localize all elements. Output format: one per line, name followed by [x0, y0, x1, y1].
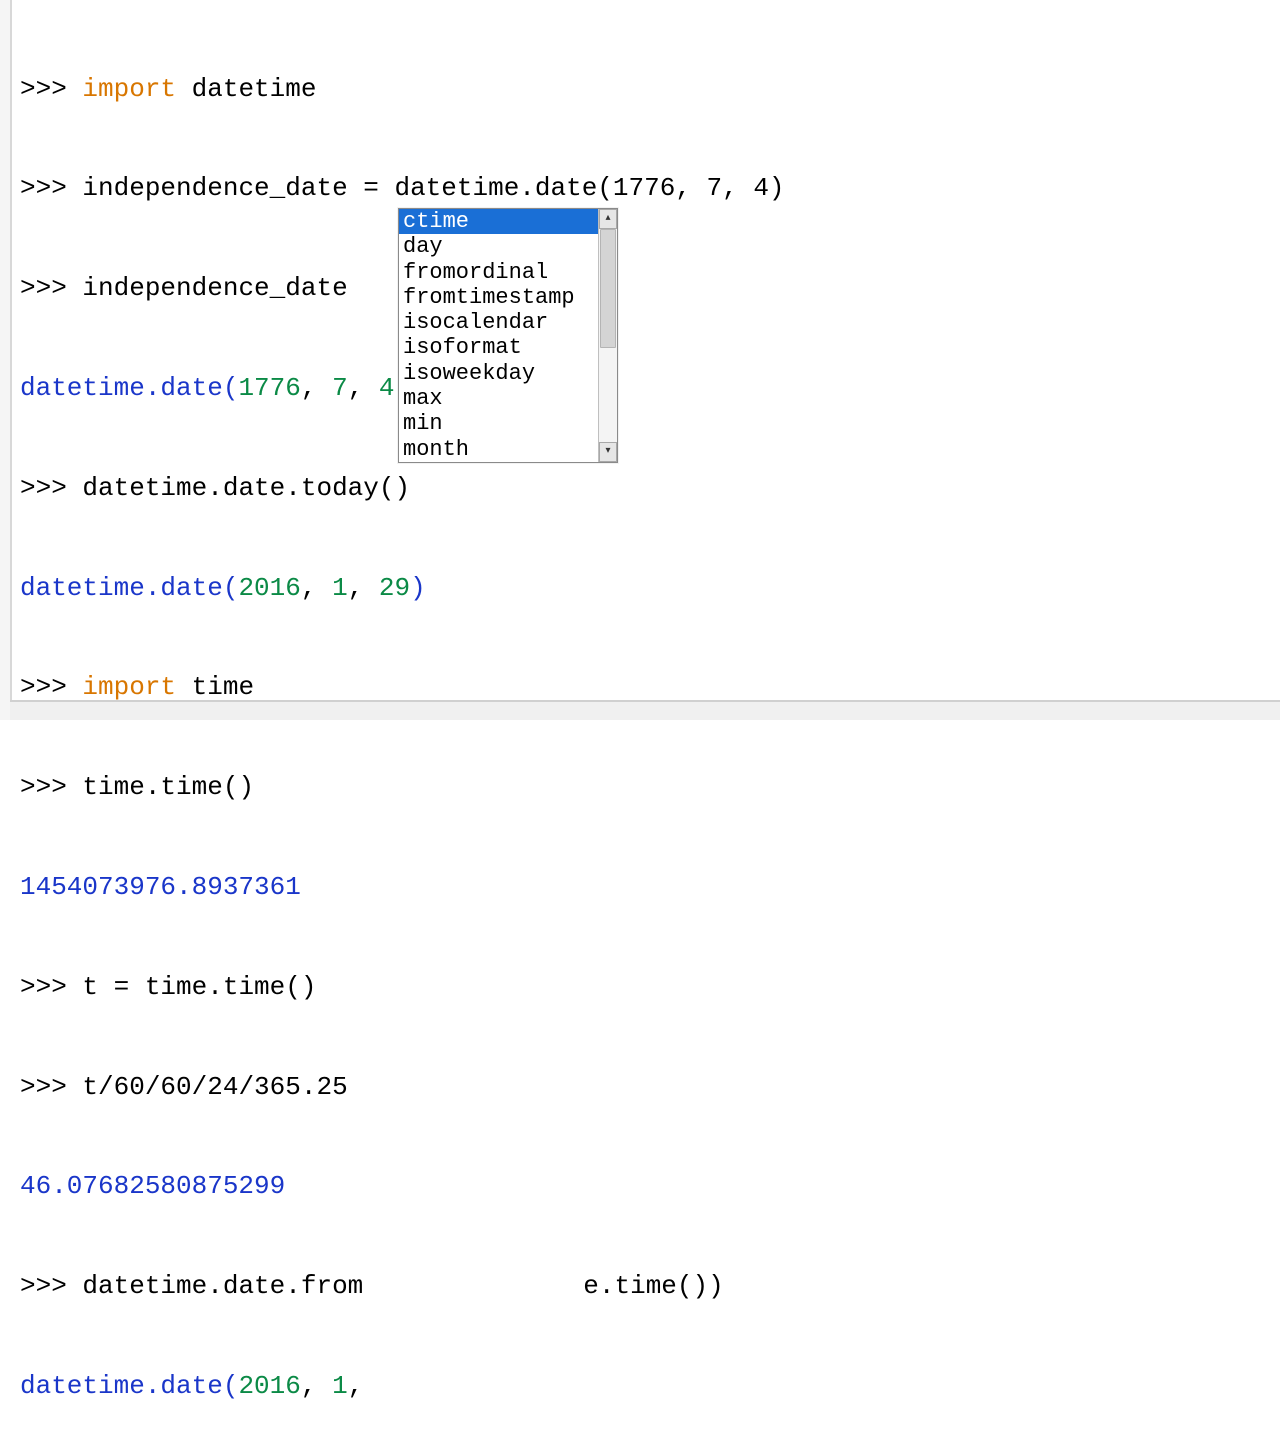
shell-line: >>> import datetime [20, 73, 1276, 106]
output-number: 1 [332, 1371, 348, 1401]
output-number: 1776 [238, 373, 300, 403]
keyword-import: import [82, 74, 176, 104]
shell-output: 1454073976.8937361 [20, 871, 1276, 904]
scroll-up-button[interactable]: ▴ [599, 209, 617, 229]
output-number: 2016 [238, 573, 300, 603]
autocomplete-item[interactable]: isocalendar [399, 310, 598, 335]
scroll-thumb[interactable] [600, 229, 616, 348]
output-number: 1454073976.8937361 [20, 872, 301, 902]
code-text: time [176, 672, 254, 702]
output-number: 7 [332, 373, 348, 403]
output-comma: , [348, 1371, 364, 1401]
prompt: >>> [20, 173, 67, 203]
code-text: independence_date = datetime.date(1776, … [82, 173, 784, 203]
prompt: >>> [20, 1271, 67, 1301]
output-comma: , [301, 1371, 332, 1401]
shell-line: >>> datetime.date.today() [20, 472, 1276, 505]
scroll-track[interactable] [599, 229, 617, 442]
output-close: ) [410, 573, 426, 603]
code-text: datetime [176, 74, 316, 104]
shell-output: datetime.date(1776, 7, 4) [20, 372, 1276, 405]
shell-line: >>> independence_date = datetime.date(17… [20, 172, 1276, 205]
output-number: 1 [332, 573, 348, 603]
prompt: >>> [20, 972, 67, 1002]
shell-line: >>> time.time() [20, 771, 1276, 804]
output-call: datetime.date( [20, 573, 238, 603]
autocomplete-item[interactable]: fromordinal [399, 260, 598, 285]
prompt: >>> [20, 1072, 67, 1102]
shell-line: >>> datetime.date.from e.time()) [20, 1270, 1276, 1303]
shell-line: >>> independence_date [20, 272, 1276, 305]
python-shell[interactable]: >>> import datetime >>> independence_dat… [10, 0, 1280, 720]
code-text: datetime.date.today() [82, 473, 410, 503]
code-text: independence_date [82, 273, 347, 303]
prompt: >>> [20, 74, 67, 104]
output-number: 46.07682580875299 [20, 1171, 285, 1201]
autocomplete-list[interactable]: ctime day fromordinal fromtimestamp isoc… [399, 209, 598, 462]
output-call: datetime.date( [20, 373, 238, 403]
chevron-up-icon: ▴ [605, 213, 610, 225]
status-bar [10, 700, 1280, 720]
shell-output: 46.07682580875299 [20, 1170, 1276, 1203]
autocomplete-item[interactable]: ctime [399, 209, 598, 234]
code-text: datetime.date.from [82, 1271, 363, 1301]
autocomplete-item[interactable]: min [399, 411, 598, 436]
prompt: >>> [20, 772, 67, 802]
autocomplete-item[interactable]: fromtimestamp [399, 285, 598, 310]
code-text: time.time() [82, 772, 254, 802]
code-text: e.time()) [583, 1271, 723, 1301]
autocomplete-item[interactable]: day [399, 234, 598, 259]
code-text: t = time.time() [82, 972, 316, 1002]
autocomplete-item[interactable]: isoweekday [399, 361, 598, 386]
prompt: >>> [20, 672, 67, 702]
shell-line: >>> t = time.time() [20, 971, 1276, 1004]
output-comma: , [301, 573, 332, 603]
autocomplete-popup[interactable]: ctime day fromordinal fromtimestamp isoc… [398, 208, 618, 463]
prompt: >>> [20, 473, 67, 503]
shell-output: datetime.date(2016, 1, [20, 1370, 1276, 1403]
autocomplete-scrollbar[interactable]: ▴ ▾ [598, 209, 617, 462]
autocomplete-item[interactable]: month [399, 437, 598, 462]
output-comma: , [348, 373, 379, 403]
output-comma: , [301, 373, 332, 403]
chevron-down-icon: ▾ [605, 446, 610, 458]
output-number: 2016 [238, 1371, 300, 1401]
output-call: datetime.date( [20, 1371, 238, 1401]
shell-line: >>> t/60/60/24/365.25 [20, 1071, 1276, 1104]
keyword-import: import [82, 672, 176, 702]
prompt: >>> [20, 273, 67, 303]
code-text: t/60/60/24/365.25 [82, 1072, 347, 1102]
output-comma: , [348, 573, 379, 603]
autocomplete-item[interactable]: isoformat [399, 335, 598, 360]
autocomplete-item[interactable]: max [399, 386, 598, 411]
output-number: 29 [379, 573, 410, 603]
scroll-down-button[interactable]: ▾ [599, 442, 617, 462]
shell-output: datetime.date(2016, 1, 29) [20, 572, 1276, 605]
output-number: 4 [379, 373, 395, 403]
